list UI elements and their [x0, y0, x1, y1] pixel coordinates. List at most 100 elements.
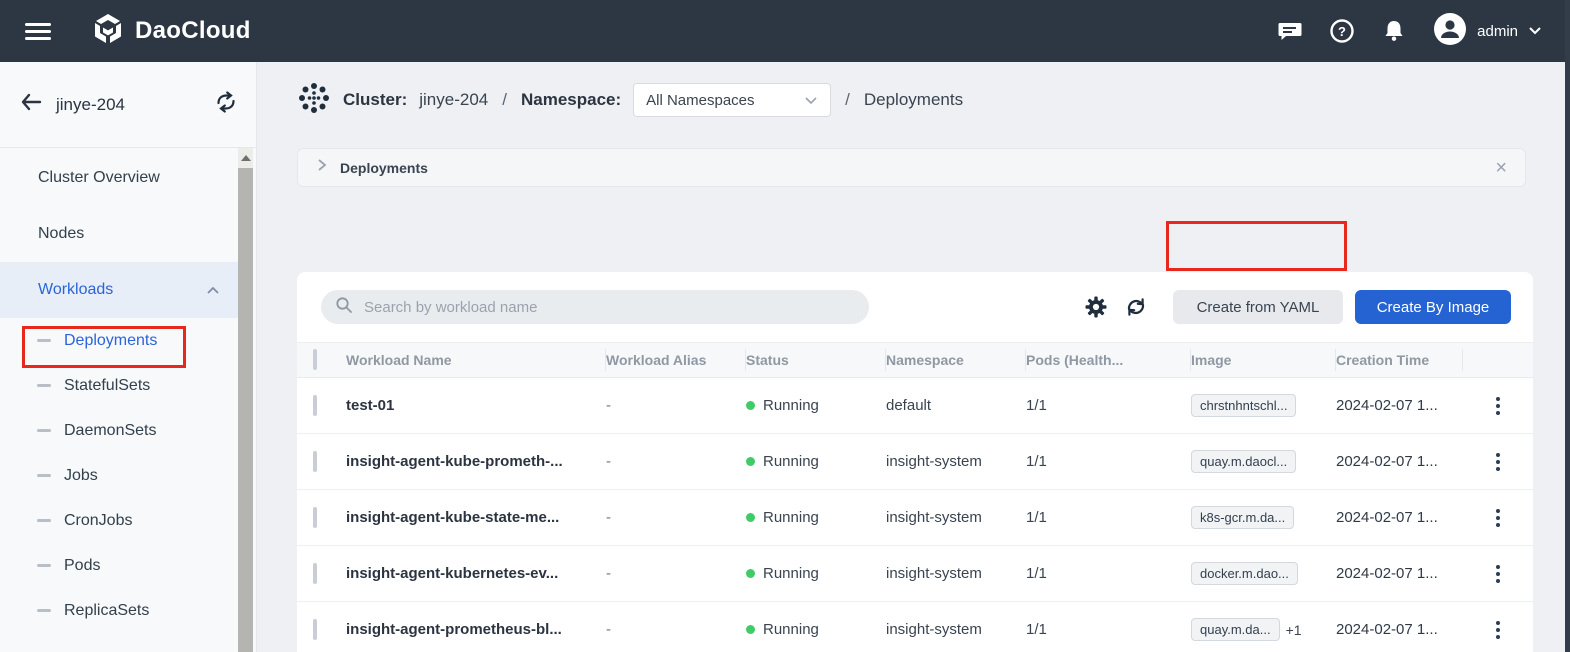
- sidebar-item-cronjobs[interactable]: CronJobs: [0, 498, 238, 543]
- hamburger-menu-icon[interactable]: [25, 19, 51, 44]
- brand-logo[interactable]: DaoCloud: [91, 12, 251, 51]
- sidebar-nav: Cluster Overview Nodes Workloads Deploym…: [0, 150, 238, 633]
- creation-time: 2024-02-07 1...: [1336, 397, 1438, 414]
- row-actions-kebab-icon[interactable]: [1492, 393, 1504, 419]
- back-arrow-icon[interactable]: [20, 93, 42, 116]
- row-checkbox[interactable]: [313, 507, 317, 528]
- table-row[interactable]: insight-agent-kubernetes-ev... - Running…: [297, 546, 1533, 602]
- sidebar-scrollbar-thumb[interactable]: [238, 168, 253, 652]
- sidebar-item-label: StatefulSets: [64, 377, 150, 395]
- row-actions-kebab-icon[interactable]: [1492, 561, 1504, 587]
- col-header-namespace[interactable]: Namespace: [886, 349, 1026, 371]
- select-all-checkbox[interactable]: [313, 349, 317, 370]
- sidebar-item-workloads[interactable]: Workloads: [0, 262, 238, 318]
- create-from-yaml-button[interactable]: Create from YAML: [1173, 290, 1343, 324]
- refresh-icon[interactable]: [1124, 295, 1148, 319]
- cluster-value[interactable]: jinye-204: [419, 90, 488, 110]
- table-row[interactable]: insight-agent-kube-state-me... - Running…: [297, 490, 1533, 546]
- workload-alias: -: [606, 509, 611, 526]
- namespace-value: insight-system: [886, 509, 982, 526]
- close-icon[interactable]: ×: [1495, 158, 1507, 178]
- col-header-status[interactable]: Status: [746, 349, 886, 371]
- chevron-down-icon: [804, 96, 818, 105]
- row-checkbox[interactable]: [313, 451, 317, 472]
- table-row[interactable]: insight-agent-kube-prometh-... - Running…: [297, 434, 1533, 490]
- message-icon[interactable]: [1277, 18, 1303, 44]
- user-name: admin: [1477, 23, 1518, 40]
- sidebar-item-deployments[interactable]: Deployments: [0, 318, 238, 363]
- workload-alias: -: [606, 453, 611, 470]
- sidebar-item-replicasets[interactable]: ReplicaSets: [0, 588, 238, 633]
- workload-name[interactable]: insight-agent-prometheus-bl...: [346, 621, 562, 638]
- row-checkbox[interactable]: [313, 563, 317, 584]
- table-row[interactable]: insight-agent-prometheus-bl... - Running…: [297, 602, 1533, 652]
- image-tag[interactable]: k8s-gcr.m.da...: [1191, 506, 1294, 529]
- col-header-pods[interactable]: Pods (Health...: [1026, 349, 1191, 371]
- workload-name[interactable]: insight-agent-kube-state-me...: [346, 509, 559, 526]
- row-actions-kebab-icon[interactable]: [1492, 449, 1504, 475]
- row-checkbox[interactable]: [313, 395, 317, 416]
- breadcrumb-page: Deployments: [864, 90, 963, 110]
- col-header-workload-name[interactable]: Workload Name: [346, 349, 606, 371]
- select-all-cell: [297, 351, 346, 369]
- chevron-right-icon[interactable]: [316, 158, 328, 177]
- dash-icon: [37, 429, 51, 432]
- sidebar-item-nodes[interactable]: Nodes: [0, 206, 238, 262]
- image-tag[interactable]: quay.m.daocl...: [1191, 450, 1296, 473]
- sidebar-item-pods[interactable]: Pods: [0, 543, 238, 588]
- workload-name[interactable]: insight-agent-kubernetes-ev...: [346, 565, 558, 582]
- brand-name: DaoCloud: [135, 17, 251, 45]
- dash-icon: [37, 564, 51, 567]
- creation-time: 2024-02-07 1...: [1336, 621, 1438, 638]
- search-box[interactable]: [321, 290, 869, 324]
- row-actions-kebab-icon[interactable]: [1492, 505, 1504, 531]
- panel-title: Deployments: [340, 160, 428, 176]
- namespace-select-value: All Namespaces: [646, 92, 754, 109]
- workload-name[interactable]: test-01: [346, 397, 394, 414]
- status-dot-icon: [746, 569, 755, 578]
- row-checkbox[interactable]: [313, 619, 317, 640]
- pods-value: 1/1: [1026, 621, 1047, 638]
- workload-name[interactable]: insight-agent-kube-prometh-...: [346, 453, 563, 470]
- window-scrollbar[interactable]: [1565, 0, 1570, 652]
- sidebar-header: jinye-204: [0, 62, 256, 148]
- col-header-creation-time[interactable]: Creation Time: [1336, 349, 1463, 371]
- namespace-select[interactable]: All Namespaces: [633, 83, 831, 117]
- dash-icon: [37, 339, 51, 342]
- switch-cluster-icon[interactable]: [214, 90, 238, 119]
- namespace-label: Namespace:: [521, 90, 621, 110]
- pods-value: 1/1: [1026, 509, 1047, 526]
- sidebar-item-label: Pods: [64, 557, 100, 575]
- deployments-panel-bar[interactable]: Deployments ×: [297, 148, 1526, 187]
- sidebar-item-cluster-overview[interactable]: Cluster Overview: [0, 150, 238, 206]
- table-row[interactable]: test-01 - Running default 1/1 chrstnhnts…: [297, 378, 1533, 434]
- chevron-up-icon[interactable]: [206, 286, 220, 295]
- image-tag[interactable]: quay.m.da...: [1191, 618, 1280, 641]
- col-header-image[interactable]: Image: [1191, 349, 1336, 371]
- sidebar-scrollbar[interactable]: [238, 148, 253, 652]
- search-input[interactable]: [362, 298, 855, 317]
- creation-time: 2024-02-07 1...: [1336, 565, 1438, 582]
- image-tag[interactable]: docker.m.dao...: [1191, 562, 1298, 585]
- workloads-card: Create from YAML Create By Image Workloa…: [297, 272, 1533, 652]
- scroll-up-arrow-icon[interactable]: [241, 155, 251, 161]
- image-tag[interactable]: chrstnhntschl...: [1191, 394, 1296, 417]
- sidebar-item-label: Jobs: [64, 467, 98, 485]
- settings-gear-icon[interactable]: [1085, 296, 1107, 318]
- row-actions-kebab-icon[interactable]: [1492, 617, 1504, 643]
- top-bar: DaoCloud ?: [0, 0, 1570, 62]
- toolbar-right: Create from YAML Create By Image: [1085, 290, 1511, 324]
- creation-time: 2024-02-07 1...: [1336, 509, 1438, 526]
- sidebar-item-daemonsets[interactable]: DaemonSets: [0, 408, 238, 453]
- notification-bell-icon[interactable]: [1381, 18, 1407, 44]
- image-extra-count: +1: [1286, 622, 1302, 638]
- sidebar-item-jobs[interactable]: Jobs: [0, 453, 238, 498]
- sidebar-item-statefulsets[interactable]: StatefulSets: [0, 363, 238, 408]
- create-by-image-button[interactable]: Create By Image: [1355, 290, 1511, 324]
- user-menu[interactable]: admin: [1433, 12, 1542, 51]
- namespace-value: insight-system: [886, 565, 982, 582]
- sidebar-item-label: Deployments: [64, 332, 157, 350]
- col-header-workload-alias[interactable]: Workload Alias: [606, 349, 746, 371]
- help-icon[interactable]: ?: [1329, 18, 1355, 44]
- workload-alias: -: [606, 397, 611, 414]
